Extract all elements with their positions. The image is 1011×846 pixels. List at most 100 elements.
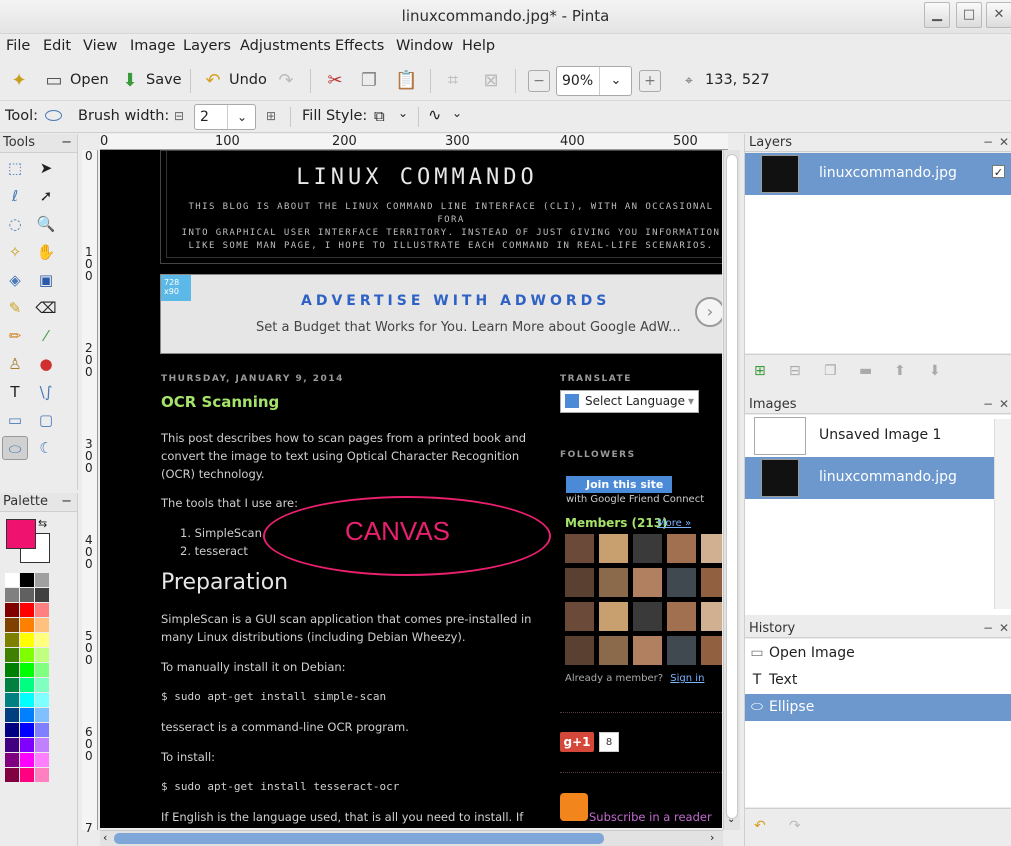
close-icon[interactable]: ✕ [999,396,1009,413]
palette-swatch[interactable] [20,693,34,707]
palette-swatch[interactable] [20,618,34,632]
palette-swatch[interactable] [5,708,19,722]
menu-edit[interactable]: Edit [43,38,71,54]
palette-swatch[interactable] [20,633,34,647]
zoom-out-icon[interactable]: − [528,70,550,92]
menu-effects[interactable]: Effects [335,38,384,54]
move-selected-icon[interactable]: ➤ [33,156,59,180]
history-item[interactable]: ▭ Open Image [745,640,1011,667]
close-button[interactable]: ✕ [986,2,1011,28]
rectangle-icon[interactable]: ▭ [2,408,28,432]
palette-swatch[interactable] [5,633,19,647]
maximize-button[interactable]: □ [956,2,982,28]
color-picker-icon[interactable]: ⁄ [33,324,59,348]
palette-swatch[interactable] [5,618,19,632]
palette-swatch[interactable] [5,723,19,737]
open-button[interactable]: Open [70,72,109,88]
delete-layer-icon[interactable]: ⊟ [789,363,801,379]
palette-swatch[interactable] [20,603,34,617]
palette-swatch[interactable] [5,753,19,767]
layer-visibility-checkbox[interactable]: ✓ [992,165,1005,179]
scrollbar-thumb[interactable] [726,154,738,819]
history-item-selected[interactable]: ⬭ Ellipse [745,694,1011,721]
magic-wand-icon[interactable]: ✧ [2,240,28,264]
text-tool-icon[interactable]: T [2,380,28,404]
open-icon[interactable]: ▭ [43,70,65,92]
chevron-right-icon[interactable]: › [710,831,714,844]
primary-color[interactable] [6,519,36,549]
undo-button[interactable]: Undo [229,72,267,88]
zoom-value[interactable]: 90% [562,73,593,89]
recolor-icon[interactable]: ● [33,352,59,376]
close-icon[interactable]: ✕ [999,134,1009,151]
chevron-down-icon[interactable]: ⌄ [398,106,408,120]
palette-swatch[interactable] [5,678,19,692]
image-row[interactable]: Unsaved Image 1 ✖ [745,415,1011,457]
palette-swatch[interactable] [20,723,34,737]
brush-width-value[interactable]: 2 [200,109,209,125]
menu-adjustments[interactable]: Adjustments [240,38,331,54]
palette-swatch[interactable] [5,663,19,677]
move-layer-up-icon[interactable]: ⬆ [894,363,906,379]
rounded-rectangle-icon[interactable]: ▢ [33,408,59,432]
pan-icon[interactable]: ✋ [33,240,59,264]
menu-layers[interactable]: Layers [183,38,231,54]
chevron-left-icon[interactable]: ‹ [103,831,107,844]
menu-help[interactable]: Help [462,38,495,54]
close-icon[interactable]: ✕ [999,620,1009,637]
save-button[interactable]: Save [146,72,182,88]
increase-brush-icon[interactable]: ⊞ [266,109,276,123]
duplicate-layer-icon[interactable]: ❐ [824,363,837,379]
palette-swatch[interactable] [35,633,49,647]
add-layer-icon[interactable]: ⊞ [754,363,766,379]
zoom-in-icon[interactable]: + [639,70,661,92]
color-swatches[interactable] [5,573,53,813]
rectangle-select-icon[interactable]: ⬚ [2,156,28,180]
redo-icon[interactable]: ↷ [275,70,297,92]
image-row[interactable]: linuxcommando.jpg ✖ [745,457,1011,499]
undo-icon[interactable]: ↶ [202,70,224,92]
palette-swatch[interactable] [35,723,49,737]
collapse-icon[interactable]: − [983,396,993,413]
palette-swatch[interactable] [35,663,49,677]
zoom-combo[interactable]: 90% ⌄ [556,66,632,96]
palette-swatch[interactable] [35,768,49,782]
chevron-down-icon[interactable]: ⌄ [227,105,256,129]
palette-swatch[interactable] [20,663,34,677]
palette-swatch[interactable] [5,573,19,587]
palette-swatch[interactable] [20,573,34,587]
palette-swatch[interactable] [35,708,49,722]
chevron-down-icon[interactable]: ⌄ [727,814,735,825]
save-icon[interactable]: ⬇ [119,70,141,92]
palette-swatch[interactable] [20,588,34,602]
palette-swatch[interactable] [35,603,49,617]
lasso-select-icon[interactable]: ℓ [2,184,28,208]
palette-swatch[interactable] [35,693,49,707]
menu-window[interactable]: Window [396,38,453,54]
cut-icon[interactable]: ✂ [324,70,346,92]
menu-view[interactable]: View [83,38,117,54]
ellipse-select-icon[interactable]: ◌ [2,212,28,236]
palette-swatch[interactable] [20,708,34,722]
deselect-icon[interactable]: ⊠ [480,70,502,92]
move-selection-icon[interactable]: ➚ [33,184,59,208]
layer-row[interactable]: linuxcommando.jpg ✓ [745,153,1011,195]
palette-swatch[interactable] [35,738,49,752]
eraser-icon[interactable]: ⌫ [33,296,59,320]
palette-swatch[interactable] [5,648,19,662]
gradient-icon[interactable]: ▣ [33,268,59,292]
paint-bucket-icon[interactable]: ◈ [2,268,28,292]
palette-swatch[interactable] [20,678,34,692]
horizontal-scrollbar[interactable]: ‹ › [100,830,723,846]
brush-width-combo[interactable]: 2 ⌄ [194,104,256,130]
palette-swatch[interactable] [35,648,49,662]
collapse-icon[interactable]: − [983,134,993,151]
collapse-icon[interactable]: − [61,134,72,152]
fill-style-icon[interactable]: ⧉ [374,107,385,125]
clone-stamp-icon[interactable]: ♙ [2,352,28,376]
palette-swatch[interactable] [5,768,19,782]
paintbrush-icon[interactable]: ✎ [2,296,28,320]
swap-colors-icon[interactable]: ⇆ [38,517,47,530]
undo-icon[interactable]: ↶ [754,818,766,834]
move-layer-down-icon[interactable]: ⬇ [929,363,941,379]
